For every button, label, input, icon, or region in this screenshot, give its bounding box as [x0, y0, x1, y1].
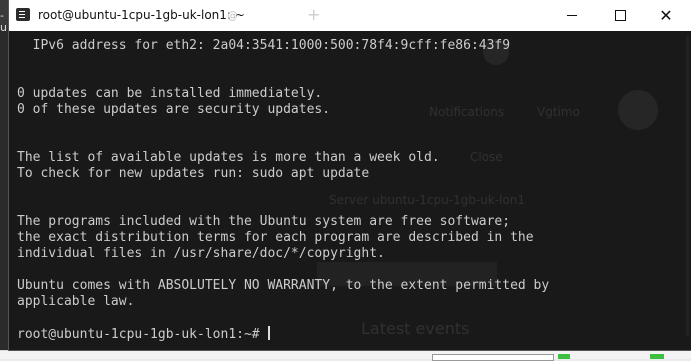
scrollbar[interactable]: [686, 36, 689, 336]
terminal-line: The list of available updates is more th…: [17, 150, 440, 165]
background-status-chip: [650, 354, 664, 359]
background-tab-text: -u: [0, 9, 7, 34]
maximize-button[interactable]: [597, 0, 643, 31]
minimize-button[interactable]: [549, 0, 595, 31]
terminal-line: the exact distribution terms for each pr…: [17, 230, 534, 245]
background-status-chip: [558, 354, 570, 359]
terminal-line: individual files in /usr/share/doc/*/cop…: [17, 246, 385, 261]
terminal-line: 0 of these updates are security updates.: [17, 102, 331, 117]
text-cursor: [268, 326, 271, 340]
minimize-icon: [567, 15, 577, 16]
new-tab-plus-icon: +: [307, 5, 321, 24]
terminal-app-icon: [16, 8, 30, 21]
terminal-line: 0 updates can be installed immediately.: [17, 86, 323, 101]
maximize-icon: [614, 10, 626, 21]
shell-prompt: root@ubuntu-1cpu-1gb-uk-lon1:~#: [17, 326, 685, 342]
terminal-line: The programs included with the Ubuntu sy…: [17, 214, 511, 229]
terminal-line: applicable law.: [17, 294, 135, 309]
title-bar[interactable]: root@ubuntu-1cpu-1gb-uk-lon1: ~ @ + ✕: [9, 0, 691, 31]
background-browser-strip: -u: [0, 0, 9, 358]
terminal-line: To check for new updates run: sudo apt u…: [17, 166, 370, 181]
terminal-line: IPv6 address for eth2: 2a04:3541:1000:50…: [17, 38, 511, 53]
terminal-line: Ubuntu comes with ABSOLUTELY NO WARRANTY…: [17, 278, 550, 293]
ghost-tab-label: @: [227, 9, 238, 22]
window-title: root@ubuntu-1cpu-1gb-uk-lon1: ~: [38, 8, 245, 22]
close-icon: ✕: [659, 5, 673, 25]
close-button[interactable]: ✕: [643, 0, 689, 31]
terminal-output[interactable]: IPv6 address for eth2: 2a04:3541:1000:50…: [17, 38, 685, 342]
terminal-window: root@ubuntu-1cpu-1gb-uk-lon1: ~ @ + ✕ No…: [9, 0, 691, 350]
